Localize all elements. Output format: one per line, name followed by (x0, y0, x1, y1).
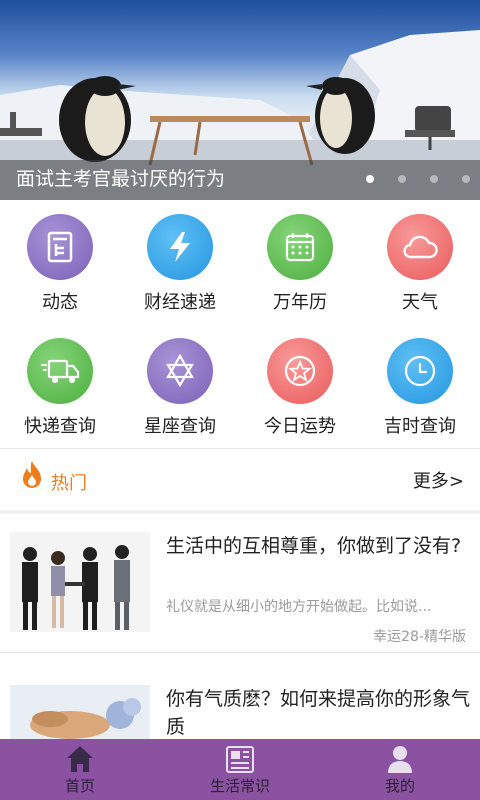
grid-item-calendar[interactable]: 万年历 (240, 200, 360, 324)
newspaper-icon (226, 746, 254, 773)
truck-icon (27, 338, 93, 404)
article-source: 幸运28-精华版 (373, 629, 466, 645)
grid-item-fortune[interactable]: 今日运势 (240, 324, 360, 448)
star-of-david-icon (147, 338, 213, 404)
grid-label: 星座查询 (144, 416, 216, 437)
carousel-dot[interactable] (462, 175, 470, 183)
user-icon (388, 746, 412, 773)
grid-item-constellation[interactable]: 星座查询 (120, 324, 240, 448)
grid-item-weather[interactable]: 天气 (360, 200, 480, 324)
feature-grid: 动态 财经速递 万年历 天气 快递查询 星座查询 今日运势 吉时查询 (0, 200, 480, 448)
article-title: 生活中的互相尊重，你做到了没有? (166, 535, 462, 557)
grid-label: 万年历 (273, 292, 327, 313)
nav-item-mine[interactable]: 我的 (320, 739, 480, 800)
banner-caption-bar: 面试主考官最讨厌的行为 (0, 160, 480, 200)
hot-section-title: 热门 (51, 473, 87, 494)
lightning-icon (147, 214, 213, 280)
banner-title[interactable]: 面试主考官最讨厌的行为 (16, 164, 225, 191)
home-icon (67, 746, 93, 772)
banner-carousel[interactable]: 面试主考官最讨厌的行为 (0, 0, 480, 200)
article-summary: 礼仪就是从细小的地方开始做起。比如说... (166, 599, 432, 615)
nav-label: 生活常识 (209, 777, 270, 795)
carousel-indicator (366, 175, 470, 183)
nav-label: 我的 (384, 777, 415, 795)
grid-item-express[interactable]: 快递查询 (0, 324, 120, 448)
nav-label: 首页 (64, 777, 95, 795)
article-thumbnail (10, 685, 150, 739)
news-icon (27, 214, 93, 280)
grid-label: 天气 (402, 292, 438, 313)
grid-label: 财经速递 (144, 292, 216, 313)
grid-label: 今日运势 (264, 416, 336, 437)
nav-item-home[interactable]: 首页 (0, 739, 160, 800)
hot-section-header: 热门 更多> (0, 450, 480, 510)
divider (0, 448, 480, 449)
grid-item-news[interactable]: 动态 (0, 200, 120, 324)
grid-item-finance[interactable]: 财经速递 (120, 200, 240, 324)
grid-label: 动态 (42, 292, 78, 313)
article-item[interactable]: 你有气质麽？如何来提高你的形象气质 (0, 653, 480, 739)
more-link[interactable]: 更多> (413, 467, 464, 493)
calendar-icon (267, 214, 333, 280)
bottom-navigation: 首页 生活常识 我的 (0, 739, 480, 800)
carousel-dot[interactable] (430, 175, 438, 183)
grid-item-auspicious-time[interactable]: 吉时查询 (360, 324, 480, 448)
cloud-icon (387, 214, 453, 280)
article-thumbnail (10, 532, 150, 632)
grid-label: 快递查询 (24, 416, 96, 437)
nav-item-life-tips[interactable]: 生活常识 (160, 739, 320, 800)
article-title: 你有气质麽？如何来提高你的形象气质 (166, 688, 471, 738)
flame-icon (20, 460, 44, 494)
grid-label: 吉时查询 (384, 416, 456, 437)
carousel-dot[interactable] (398, 175, 406, 183)
fortune-star-icon (267, 338, 333, 404)
carousel-dot[interactable] (366, 175, 374, 183)
clock-icon (387, 338, 453, 404)
article-item[interactable]: 生活中的互相尊重，你做到了没有? 礼仪就是从细小的地方开始做起。比如说... 幸… (0, 514, 480, 652)
